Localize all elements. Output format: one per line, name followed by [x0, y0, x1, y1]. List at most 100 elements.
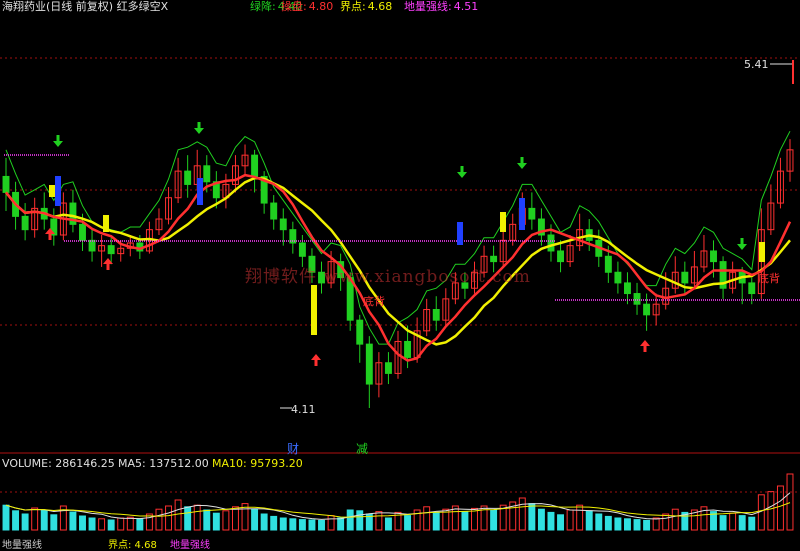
volume-bar	[126, 516, 134, 531]
volume-bar	[633, 519, 641, 531]
volume-bar	[423, 506, 431, 531]
signal-bar	[55, 176, 61, 206]
candle-body	[547, 234, 555, 252]
sell-arrow-icon	[53, 135, 63, 147]
candle-body	[356, 319, 364, 345]
signal-bar	[759, 242, 765, 262]
volume-bar	[748, 516, 756, 531]
volume-bar	[98, 518, 106, 531]
volume-bar	[471, 507, 478, 531]
annotation-cai: 财	[287, 442, 300, 456]
volume-bar	[298, 519, 306, 531]
volume-bar	[662, 513, 670, 531]
volume-bar	[155, 508, 163, 531]
volume-bar	[222, 510, 230, 531]
bottom-label-right: 地量强线	[170, 540, 210, 551]
signal-bar	[519, 198, 525, 230]
volume-bar	[231, 506, 239, 531]
indicator-value: 4.51	[453, 0, 479, 13]
indicator-caopan: 操盘: 4.80	[281, 0, 333, 14]
candle-body	[2, 175, 10, 193]
chart-title: 海翔药业(日线 前复权) 红多绿空X	[2, 0, 169, 13]
high-price-label: 5.41	[744, 58, 769, 71]
green-band-line	[5, 130, 791, 345]
watermark: 翔博软件 www.xiangbosoft.com	[245, 267, 531, 287]
volume-bar	[643, 519, 651, 531]
signal-bar	[197, 178, 203, 205]
volume-bar	[461, 511, 469, 531]
volume-bar	[184, 506, 192, 531]
candle-body	[184, 170, 192, 185]
candle-body	[251, 154, 259, 177]
volume-bar	[31, 507, 39, 531]
stock-chart-window[interactable]: 海翔药业(日线 前复权) 红多绿空X 绿降: 4.40 操盘: 4.80 界点: 4.…	[0, 0, 800, 551]
volume-bar	[50, 514, 58, 531]
volume-bar	[537, 508, 545, 531]
sell-arrow-icon	[517, 157, 527, 169]
candle-body	[490, 255, 498, 263]
volume-bar	[384, 517, 392, 531]
volume-bar	[251, 508, 259, 531]
volume-bar	[404, 515, 412, 531]
candle-body	[107, 245, 115, 255]
candle-body	[79, 223, 86, 241]
candle-body	[643, 303, 651, 316]
volume-bar	[767, 491, 775, 531]
candle-body	[298, 242, 306, 257]
indicator-jiedian: 界点: 4.68	[340, 0, 392, 14]
volume-bar	[270, 515, 278, 531]
volume-bar	[117, 517, 125, 531]
volume-bar	[356, 510, 364, 531]
volume-bar	[490, 509, 498, 531]
volume-bar	[652, 517, 660, 531]
volume-bar	[260, 513, 268, 531]
volume-bar	[12, 510, 20, 531]
sell-arrow-icon	[457, 166, 467, 178]
candle-body	[404, 340, 412, 358]
volume-bar	[604, 515, 612, 531]
volume-bar	[671, 508, 679, 531]
volume-ma10: MA10: 95793.20	[212, 457, 303, 470]
volume-bar	[528, 503, 536, 531]
volume-ma5: MA5: 137512.00	[118, 457, 209, 470]
candle-body	[432, 309, 440, 321]
volume-bar	[289, 518, 297, 531]
volume-bar	[614, 517, 622, 531]
volume-value: VOLUME: 286146.25	[2, 457, 115, 470]
indicator-label: 界点:	[340, 0, 366, 13]
volume-bar	[21, 513, 29, 531]
volume-bar	[193, 504, 201, 531]
volume-bar	[786, 473, 794, 531]
volume-bar	[212, 512, 220, 531]
signal-bar	[311, 285, 317, 335]
bottom-label-mid: 界点: 4.68	[108, 540, 157, 551]
candle-body	[528, 207, 536, 220]
volume-bar	[557, 514, 565, 531]
candle-body	[21, 215, 29, 231]
sell-arrow-icon	[194, 122, 204, 134]
annotation-jian: 减	[356, 442, 369, 456]
volume-bar	[174, 499, 182, 531]
candle-body	[279, 218, 287, 231]
indicator-value: 4.68	[367, 0, 393, 13]
candle-body	[681, 271, 689, 284]
bottom-label-left: 地量强线	[2, 540, 42, 551]
volume-bar	[566, 509, 574, 531]
candle-body	[365, 343, 373, 385]
signal-bar	[103, 215, 109, 232]
candle-body	[623, 282, 631, 295]
volume-bar	[729, 512, 737, 531]
candle-body	[88, 239, 96, 252]
candle-body	[557, 250, 565, 263]
low-price-label: 4.11	[291, 403, 316, 416]
volume-bar	[518, 497, 526, 531]
buy-arrow-icon	[311, 354, 321, 366]
candle-body	[384, 362, 392, 374]
volume-bar	[585, 510, 593, 531]
volume-bar	[547, 511, 555, 531]
volume-bar	[346, 509, 354, 531]
volume-bar	[318, 519, 325, 531]
candle-body	[203, 165, 211, 183]
signal-bar	[49, 185, 55, 197]
sell-arrow-icon	[737, 238, 747, 250]
